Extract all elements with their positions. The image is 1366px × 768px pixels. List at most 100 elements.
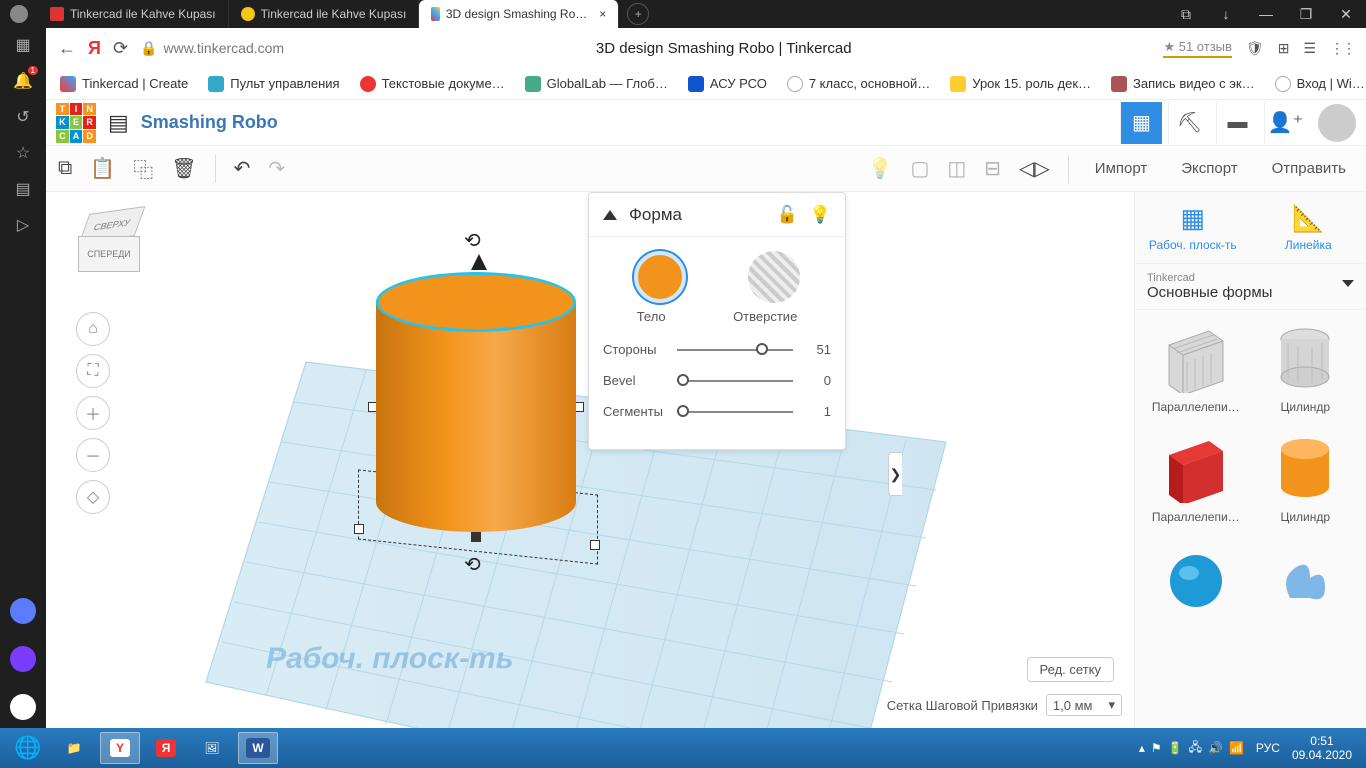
pip-icon[interactable]: ⧉ [1166,6,1206,23]
library-collapse-button[interactable]: ❯ [888,452,902,496]
undo-button[interactable]: ↶ [234,156,251,181]
alisa-icon[interactable] [10,694,36,720]
url-display[interactable]: 🔒 www.tinkercad.com [140,40,284,57]
invite-icon[interactable]: 👤⁺ [1264,102,1306,144]
yandex-app-icon[interactable]: Я [146,732,186,764]
ruler-tool[interactable]: 📐 Линейка [1251,192,1366,263]
assistant-icon[interactable] [10,598,36,624]
tray-wifi-icon[interactable]: 📶 [1229,741,1244,755]
align-button[interactable]: ⊟ [984,156,1001,181]
tray-language[interactable]: РУС [1256,741,1280,755]
handle-sw[interactable] [354,524,364,534]
reader-icon[interactable]: ☰ [1303,40,1316,57]
window-close-button[interactable]: ✕ [1326,6,1366,23]
tray-network-icon[interactable]: 🖧 [1189,738,1202,759]
send-button[interactable]: Отправить [1264,160,1354,177]
tray-flag-icon[interactable]: ⚑ [1151,741,1162,755]
collections-icon[interactable]: ▤ [12,178,34,200]
notes-icon[interactable]: ▢ [910,156,929,181]
category-select[interactable]: Tinkercad Основные формы [1135,264,1366,310]
explorer-icon[interactable]: 📁 [54,732,94,764]
bevel-value[interactable]: 0 [801,373,831,388]
ortho-toggle-button[interactable]: ◇ [76,480,110,514]
word-icon[interactable]: W [238,732,278,764]
bookmark-item[interactable]: АСУ РСО [688,76,767,92]
mirror-button[interactable]: ◁▷ [1019,156,1050,181]
bricks-view-button[interactable]: ▦ [1120,102,1162,144]
duplicate-button[interactable]: ⿻ [133,154,153,183]
fit-view-button[interactable]: ⛶ [76,354,110,388]
shape-scribble[interactable] [1257,542,1355,620]
3d-viewport[interactable]: ⟲ ⟲ СВЕРХУ [46,192,1134,728]
shape-box-hole[interactable]: Параллелепи… [1147,322,1245,414]
blocks-view-button[interactable]: ⛏ [1168,102,1210,144]
tray-volume-icon[interactable]: 🔊 [1208,741,1223,755]
bookmark-item[interactable]: GlobalLab — Глоб… [525,76,668,92]
delete-button[interactable]: 🗑 [171,156,196,181]
rotate-z-icon[interactable]: ⟲ [464,228,481,253]
play-icon[interactable]: ▷ [12,214,34,236]
bell-icon[interactable]: 🔔1 [12,70,34,92]
design-list-icon[interactable]: ▤ [108,110,129,136]
tray-battery-icon[interactable]: 🔋 [1168,741,1183,755]
import-button[interactable]: Импорт [1087,160,1155,177]
sides-value[interactable]: 51 [801,342,831,357]
edit-grid-button[interactable]: Ред. сетку [1027,657,1114,682]
bookmark-item[interactable]: Tinkercad | Create [60,76,188,92]
tray-arrow-icon[interactable]: ▴ [1139,741,1145,755]
handle-se[interactable] [590,540,600,550]
history-icon[interactable]: ↺ [12,106,34,128]
browser-tab-0[interactable]: Tinkercad ile Kahve Kupası [38,0,229,28]
bookmark-item[interactable]: Запись видео с эк… [1111,76,1255,92]
bookmark-item[interactable]: Пульт управления [208,76,339,92]
translate-icon[interactable]: ⊞ [1278,40,1290,57]
start-button[interactable]: 🌐 [8,732,48,764]
height-handle-icon[interactable] [471,254,487,270]
browser-tab-1[interactable]: Tinkercad ile Kahve Kupası [229,0,420,28]
shape-sphere[interactable] [1147,542,1245,620]
lego-view-button[interactable]: ▬ [1216,102,1258,144]
profile-avatar-icon[interactable] [10,5,28,23]
copy-button[interactable]: ⧉ [58,157,72,180]
sides-slider[interactable] [677,349,793,351]
back-button[interactable]: ← [58,38,76,59]
bevel-slider[interactable] [677,380,793,382]
extensions-icon[interactable]: ⋮⋮ [1330,40,1354,57]
browser-tab-active[interactable]: 3D design Smashing Ro… × [419,0,619,28]
app-icon[interactable]: 🖼 [192,732,232,764]
rotate-x-icon[interactable]: ⟲ [464,552,481,577]
bulb-icon[interactable]: 💡 [868,156,893,181]
shield-icon[interactable]: 🛡 [1246,40,1264,57]
window-maximize-button[interactable]: ❐ [1286,6,1326,23]
bookmark-item[interactable]: 7 класс, основной… [787,76,930,92]
viewcube-front[interactable]: СПЕРЕДИ [78,236,140,272]
home-view-button[interactable]: ⌂ [76,312,110,346]
group-button[interactable]: ◫ [947,156,966,181]
download-icon[interactable]: ↓ [1206,6,1246,22]
export-button[interactable]: Экспорт [1173,160,1245,177]
workplane-tool[interactable]: ▦ Рабоч. плоск-ть [1135,192,1251,263]
bookmark-item[interactable]: Вход | Wi… [1275,76,1365,92]
bookmark-item[interactable]: Урок 15. роль дек… [950,76,1091,92]
lightbulb-icon[interactable]: 💡 [810,205,831,225]
paste-button[interactable]: 📋 [90,156,115,181]
zoom-in-button[interactable]: ＋ [76,396,110,430]
tinkercad-logo-icon[interactable]: TIN KER CAD [56,103,96,143]
collapse-icon[interactable] [603,210,617,220]
user-avatar-icon[interactable] [1318,104,1356,142]
zoom-out-button[interactable]: － [76,438,110,472]
selected-cylinder-shape[interactable]: ⟲ ⟲ [376,272,576,532]
solid-swatch[interactable] [634,251,686,303]
redo-button[interactable]: ↷ [268,156,285,181]
apps-icon[interactable]: ▦ [12,34,34,56]
bookmark-item[interactable]: Текстовые докуме… [360,76,505,92]
snap-value-select[interactable]: 1,0 мм▾ [1046,694,1122,716]
tab-close-icon[interactable]: × [599,7,606,21]
segments-value[interactable]: 1 [801,404,831,419]
bookmark-icon[interactable]: ☆ [12,142,34,164]
new-tab-button[interactable]: + [627,3,649,25]
reload-button[interactable]: ⟳ [113,38,128,59]
segments-slider[interactable] [677,411,793,413]
yandex-browser-icon[interactable]: Y [100,732,140,764]
tray-clock[interactable]: 0:51 09.04.2020 [1292,734,1352,763]
